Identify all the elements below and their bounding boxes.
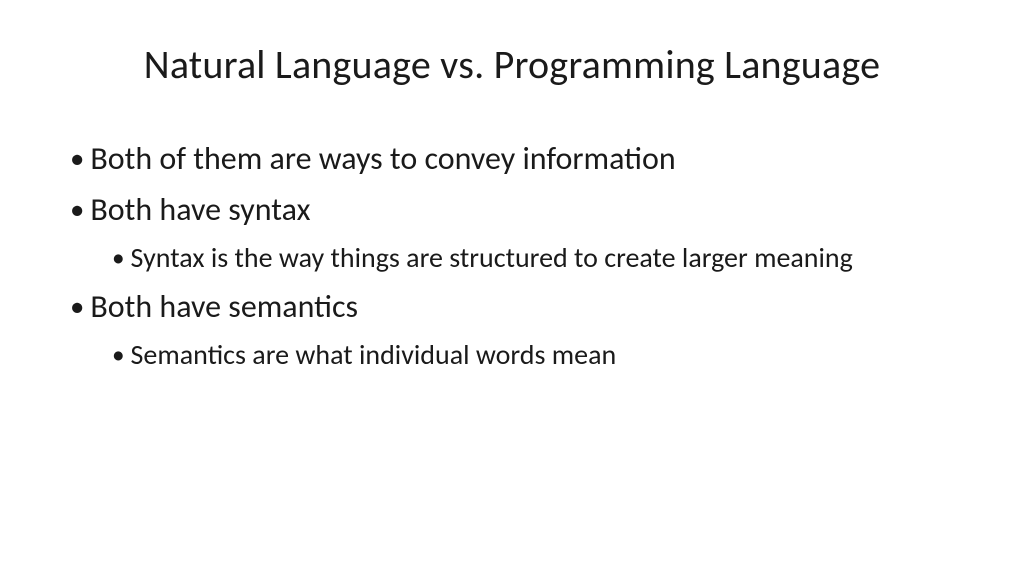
bullet-dot-icon: • xyxy=(112,239,125,277)
slide-title: Natural Language vs. Programming Languag… xyxy=(70,40,954,89)
bullet-level1: • Both have semantics xyxy=(70,285,954,328)
slide-container: Natural Language vs. Programming Languag… xyxy=(0,0,1024,576)
bullet-text: Both have semantics xyxy=(90,285,954,328)
bullet-level1: • Both have syntax xyxy=(70,188,954,231)
bullet-dot-icon: • xyxy=(70,137,84,180)
bullet-dot-icon: • xyxy=(112,336,125,374)
bullet-level2: • Semantics are what individual words me… xyxy=(112,336,954,374)
bullet-dot-icon: • xyxy=(70,285,84,328)
bullet-text: Syntax is the way things are structured … xyxy=(131,239,954,277)
bullet-text: Both have syntax xyxy=(90,188,954,231)
bullet-level1: • Both of them are ways to convey inform… xyxy=(70,137,954,180)
slide-content: • Both of them are ways to convey inform… xyxy=(70,137,954,374)
bullet-dot-icon: • xyxy=(70,188,84,231)
bullet-text: Both of them are ways to convey informat… xyxy=(90,137,954,180)
bullet-level2: • Syntax is the way things are structure… xyxy=(112,239,954,277)
bullet-text: Semantics are what individual words mean xyxy=(131,336,954,374)
